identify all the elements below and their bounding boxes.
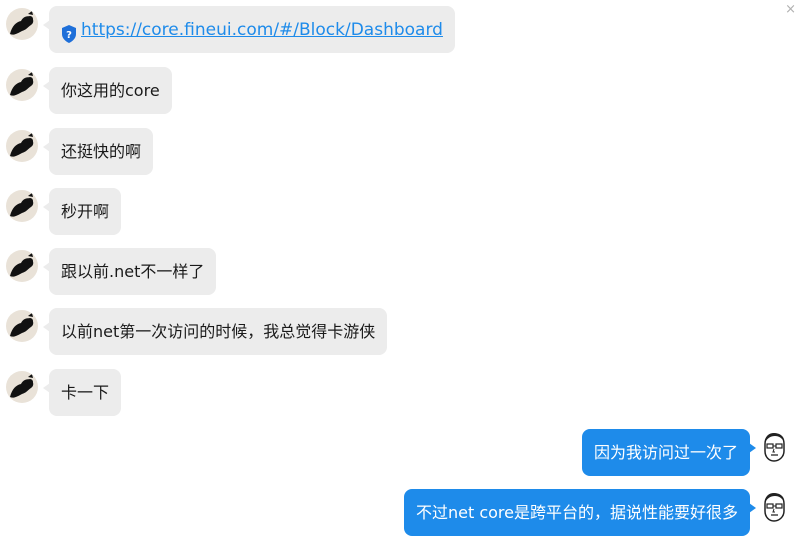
shield-question-icon: ? (61, 24, 77, 43)
message-row: 不过net core是跨平台的，据说性能要好很多 (0, 489, 800, 537)
message-bubble[interactable]: 以前net第一次访问的时候，我总觉得卡游侠 (42, 308, 388, 355)
message-row: 秒开啊 (0, 188, 800, 236)
message-bubble[interactable]: 跟以前.net不一样了 (42, 248, 217, 295)
avatar[interactable] (6, 8, 38, 40)
message-row: 还挺快的啊 (0, 128, 800, 176)
message-row: 卡一下 (0, 369, 800, 417)
message-row: 你这用的core (0, 67, 800, 115)
message-row: 以前net第一次访问的时候，我总觉得卡游侠 (0, 308, 800, 356)
avatar[interactable] (6, 250, 38, 282)
message-row: ? https://core.fineui.com/#/Block/Dashbo… (0, 6, 800, 54)
message-bubble[interactable]: 你这用的core (43, 67, 172, 114)
message-bubble[interactable]: 秒开啊 (42, 188, 122, 235)
chat-window: × ? https://core.fineui.com/#/Block/Dash… (0, 0, 800, 544)
message-bubble[interactable]: 还挺快的啊 (42, 128, 154, 175)
avatar[interactable] (758, 431, 790, 463)
message-bubble[interactable]: 因为我访问过一次了 (581, 429, 757, 476)
svg-text:?: ? (66, 30, 72, 41)
message-link[interactable]: https://core.fineui.com/#/Block/Dashboar… (81, 20, 443, 40)
avatar[interactable] (6, 190, 38, 222)
message-bubble-link[interactable]: ? https://core.fineui.com/#/Block/Dashbo… (43, 6, 455, 53)
message-bubble[interactable]: 不过net core是跨平台的，据说性能要好很多 (403, 489, 757, 536)
avatar[interactable] (6, 310, 38, 342)
message-bubble[interactable]: 卡一下 (42, 369, 122, 416)
avatar[interactable] (6, 69, 38, 101)
avatar[interactable] (758, 491, 790, 523)
message-row: 跟以前.net不一样了 (0, 248, 800, 296)
avatar[interactable] (6, 130, 38, 162)
message-row: 因为我访问过一次了 (0, 429, 800, 477)
avatar[interactable] (6, 371, 38, 403)
